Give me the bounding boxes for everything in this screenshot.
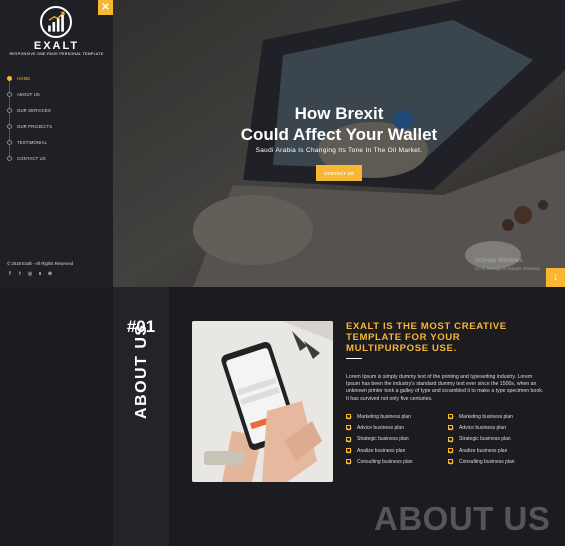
checkbox-icon [448,414,453,420]
brand-name[interactable]: EXALT [0,40,113,52]
heading-divider [346,358,362,359]
logo-icon[interactable] [40,6,72,38]
checklist-right: Marketing business plan Advice business p… [448,411,515,467]
check-list-item: Marketing business plan [346,411,413,422]
activate-windows-subtitle: Go to Settings to activate Windows. [475,266,542,271]
brand-tagline: RESPONSIVE ONE PAGE PERSONAL TEMPLATE [9,52,104,56]
check-label: Advice business plan [357,424,404,431]
scroll-down-button[interactable]: ↓ [546,268,565,287]
check-list-item: Advice business plan [448,422,515,433]
nav-item-label: OUR SERVICES [17,107,51,113]
social-links: f t ◎ s ⊛ [7,271,53,277]
nav-item-label: OUR PROJECTS [17,123,53,129]
nav-item-label: TESTIMONIAL [17,139,48,145]
hero-subtitle: Saudi Arabia Is Changing Its Tone In The… [255,147,423,154]
nav-item-label: HOME [17,75,31,81]
checkbox-icon [448,448,453,454]
nav-dot [7,107,12,113]
nav-item-our-projects[interactable]: OUR PROJECTS [7,122,52,130]
sidebar: EXALT RESPONSIVE ONE PAGE PERSONAL TEMPL… [0,0,113,287]
checkbox-icon [448,425,453,431]
contact-us-button[interactable]: CONTACT US [316,165,362,181]
check-list-item: Analize business plan [346,445,413,456]
nav-dot [7,123,12,129]
about-watermark: ABOUT US [374,500,551,537]
phone-image [192,321,333,482]
dribbble-icon[interactable]: ⊛ [47,271,53,277]
activate-windows-title: Activate Windows [475,258,523,264]
checkbox-icon [346,448,351,454]
check-list-item: Consulting business plan [346,456,413,467]
nav-dot [7,139,12,145]
checklist-left: Marketing business plan Advice business p… [346,411,413,467]
nav-dot [7,75,12,81]
check-label: Analize business plan [357,447,406,454]
hero-title-line2: Could Affect Your Wallet [240,125,438,144]
checkbox-icon [346,459,351,465]
close-icon: ✕ [101,2,110,13]
nav-item-our-services[interactable]: OUR SERVICES [7,106,51,114]
close-sidebar-button[interactable]: ✕ [98,0,113,15]
check-list-item: Consulting business plan [448,456,515,467]
check-label: Marketing business plan [357,413,411,420]
about-body-text: Lorem Ipsum is simply dummy text of the … [346,374,544,402]
check-list-item: Strategic business plan [346,434,413,445]
nav-item-label: CONTACT US [17,155,46,161]
nav-item-label: ABOUT US [17,91,40,97]
twitter-icon[interactable]: t [17,271,23,277]
about-vertical-title: ABOUT US [133,323,150,419]
facebook-icon[interactable]: f [7,271,13,277]
checkbox-icon [448,436,453,442]
hero-section: How Brexit Could Affect Your Wallet Saud… [113,0,565,287]
check-list-item: Advice business plan [346,422,413,433]
check-label: Strategic business plan [357,436,409,443]
checkbox-icon [448,459,453,465]
nav-item-contact-us[interactable]: CONTACT US [7,154,46,162]
check-label: Analize business plan [459,447,508,454]
about-heading: EXALT IS THE MOST CREATIVE TEMPLATE FOR … [346,321,507,354]
checkbox-icon [346,414,351,420]
check-label: Consulting business plan [357,458,413,465]
nav-item-home[interactable]: HOME [7,74,30,82]
check-list-item: Marketing business plan [448,411,515,422]
check-label: Consulting business plan [459,458,515,465]
check-list-item: Strategic business plan [448,434,515,445]
hero-title-line1: How Brexit [294,104,384,123]
checkbox-icon [346,436,351,442]
nav-dot [7,155,12,161]
nav-dot [7,91,12,97]
nav-item-about-us[interactable]: ABOUT US [7,90,40,98]
check-label: Strategic business plan [459,436,511,443]
check-list-item: Analize business plan [448,445,515,456]
skype-icon[interactable]: s [37,271,43,277]
checkbox-icon [346,425,351,431]
arrow-down-icon: ↓ [553,272,558,283]
check-label: Marketing business plan [459,413,513,420]
nav-item-testimonial[interactable]: TESTIMONIAL [7,138,47,146]
copyright-text: © 2018 Exalt - All Rights Reserved [7,261,73,266]
check-label: Advice business plan [459,424,506,431]
instagram-icon[interactable]: ◎ [27,271,33,277]
page: EXALT RESPONSIVE ONE PAGE PERSONAL TEMPL… [0,0,565,546]
